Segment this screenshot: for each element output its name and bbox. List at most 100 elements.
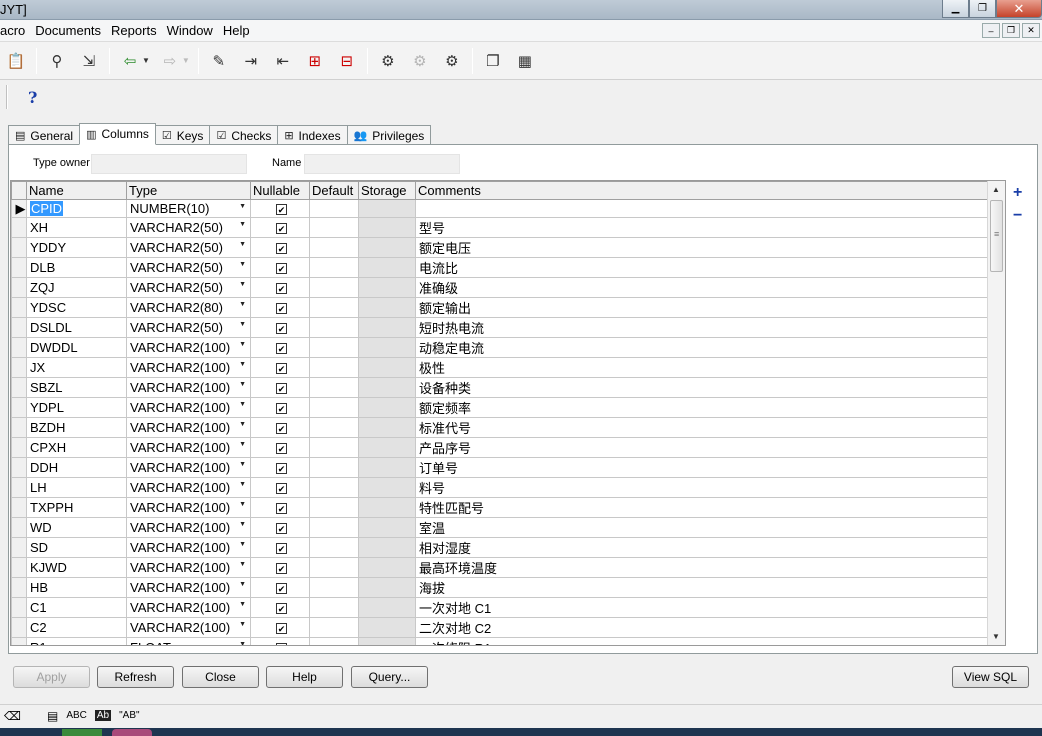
cell-nullable[interactable]: ✔: [250, 417, 310, 438]
grid-icon[interactable]: ▤: [47, 709, 58, 723]
cell-default[interactable]: [309, 517, 359, 538]
cell-nullable[interactable]: ✔: [250, 617, 310, 638]
cell-comment[interactable]: 极性: [415, 357, 988, 378]
chevron-down-icon[interactable]: ▼: [239, 481, 246, 488]
close-window-button[interactable]: ✕: [996, 0, 1042, 18]
cell-comment[interactable]: 一次对地 C1: [415, 597, 988, 618]
table-row[interactable]: C1 VARCHAR2(100) ▼ ✔ 一次对地 C1: [11, 597, 988, 618]
row-indicator[interactable]: [11, 477, 27, 498]
cell-default[interactable]: [309, 537, 359, 558]
cell-default[interactable]: [309, 617, 359, 638]
cell-name[interactable]: YDDY: [26, 237, 127, 258]
row-indicator[interactable]: [11, 517, 27, 538]
cell-name[interactable]: BZDH: [26, 417, 127, 438]
row-indicator[interactable]: [11, 297, 27, 318]
header-type[interactable]: Type: [126, 181, 251, 200]
cell-type[interactable]: VARCHAR2(50) ▼: [126, 217, 251, 238]
chevron-down-icon[interactable]: ▼: [239, 321, 246, 328]
cell-comment[interactable]: 产品序号: [415, 437, 988, 458]
chevron-down-icon[interactable]: ▼: [239, 641, 246, 645]
eraser-icon[interactable]: ⌫: [4, 709, 21, 723]
row-indicator[interactable]: [11, 537, 27, 558]
chevron-down-icon[interactable]: ▼: [239, 281, 246, 288]
cell-type[interactable]: VARCHAR2(100) ▼: [126, 577, 251, 598]
nullable-checkbox[interactable]: ✔: [276, 583, 287, 595]
mdi-minimize-button[interactable]: –: [982, 23, 1000, 38]
tab-checks[interactable]: ☑ Checks: [209, 125, 279, 145]
cell-nullable[interactable]: ✔: [250, 377, 310, 398]
row-indicator[interactable]: [11, 257, 27, 278]
cell-storage[interactable]: [358, 237, 416, 258]
paste-icon[interactable]: 📋: [4, 49, 28, 73]
scroll-down-icon[interactable]: ▼: [992, 632, 1000, 641]
mdi-restore-button[interactable]: ❐: [1002, 23, 1020, 38]
cell-name[interactable]: HB: [26, 577, 127, 598]
cell-nullable[interactable]: ✔: [250, 397, 310, 418]
cell-comment[interactable]: 设备种类: [415, 377, 988, 398]
chevron-down-icon[interactable]: ▼: [239, 561, 246, 568]
cell-default[interactable]: [309, 597, 359, 618]
row-indicator[interactable]: [11, 237, 27, 258]
nullable-checkbox[interactable]: ✔: [276, 483, 287, 495]
chevron-down-icon[interactable]: ▼: [239, 381, 246, 388]
menu-documents[interactable]: Documents: [30, 23, 106, 38]
chevron-down-icon[interactable]: ▼: [239, 461, 246, 468]
minimize-button[interactable]: ▁: [942, 0, 969, 18]
cell-comment[interactable]: 短时热电流: [415, 317, 988, 338]
cell-name[interactable]: C1: [26, 597, 127, 618]
nullable-checkbox[interactable]: ✔: [276, 503, 287, 515]
menu-macro[interactable]: acro: [0, 23, 30, 38]
cell-comment[interactable]: 海拔: [415, 577, 988, 598]
chevron-down-icon[interactable]: ▼: [239, 581, 246, 588]
cell-name[interactable]: CPID: [26, 199, 127, 218]
cell-comment[interactable]: 最高环境温度: [415, 557, 988, 578]
row-indicator[interactable]: ▶: [11, 199, 27, 218]
cell-storage[interactable]: [358, 417, 416, 438]
help-button[interactable]: Help: [266, 666, 343, 688]
add-column-icon[interactable]: +: [1013, 184, 1022, 202]
cell-name[interactable]: CPXH: [26, 437, 127, 458]
menu-help[interactable]: Help: [218, 23, 255, 38]
row-indicator[interactable]: [11, 497, 27, 518]
table-row[interactable]: DSLDL VARCHAR2(50) ▼ ✔ 短时热电流: [11, 317, 988, 338]
cell-storage[interactable]: [358, 199, 416, 218]
table-row[interactable]: DLB VARCHAR2(50) ▼ ✔ 电流比: [11, 257, 988, 278]
cell-storage[interactable]: [358, 337, 416, 358]
row-indicator[interactable]: [11, 417, 27, 438]
cell-name[interactable]: SBZL: [26, 377, 127, 398]
cell-storage[interactable]: [358, 217, 416, 238]
table-row[interactable]: YDSC VARCHAR2(80) ▼ ✔ 额定输出: [11, 297, 988, 318]
cell-storage[interactable]: [358, 477, 416, 498]
cell-comment[interactable]: 电流比: [415, 257, 988, 278]
taskbar-item[interactable]: [62, 729, 102, 736]
cell-storage[interactable]: [358, 597, 416, 618]
nullable-checkbox[interactable]: ✔: [276, 323, 287, 335]
cell-comment[interactable]: 特性匹配号: [415, 497, 988, 518]
row-indicator[interactable]: [11, 577, 27, 598]
cell-type[interactable]: VARCHAR2(100) ▼: [126, 417, 251, 438]
chevron-down-icon[interactable]: ▼: [239, 341, 246, 348]
cell-default[interactable]: [309, 237, 359, 258]
cell-default[interactable]: [309, 217, 359, 238]
cell-comment[interactable]: 室温: [415, 517, 988, 538]
cell-nullable[interactable]: ✔: [250, 557, 310, 578]
cell-name[interactable]: YDSC: [26, 297, 127, 318]
cell-comment[interactable]: 标准代号: [415, 417, 988, 438]
table-row[interactable]: KJWD VARCHAR2(100) ▼ ✔ 最高环境温度: [11, 557, 988, 578]
cell-storage[interactable]: [358, 317, 416, 338]
type-owner-field[interactable]: [91, 154, 247, 174]
cell-comment[interactable]: 料号: [415, 477, 988, 498]
debug-icon[interactable]: ⚙: [376, 49, 400, 73]
cell-default[interactable]: [309, 557, 359, 578]
cell-name[interactable]: TXPPH: [26, 497, 127, 518]
cell-nullable[interactable]: ✔: [250, 317, 310, 338]
cell-name[interactable]: LH: [26, 477, 127, 498]
table-row[interactable]: ZQJ VARCHAR2(50) ▼ ✔ 准确级: [11, 277, 988, 298]
cell-storage[interactable]: [358, 537, 416, 558]
cell-nullable[interactable]: ✔: [250, 537, 310, 558]
table-row[interactable]: HB VARCHAR2(100) ▼ ✔ 海拔: [11, 577, 988, 598]
cell-name[interactable]: C2: [26, 617, 127, 638]
cell-storage[interactable]: [358, 557, 416, 578]
cell-type[interactable]: VARCHAR2(100) ▼: [126, 337, 251, 358]
cell-default[interactable]: [309, 297, 359, 318]
